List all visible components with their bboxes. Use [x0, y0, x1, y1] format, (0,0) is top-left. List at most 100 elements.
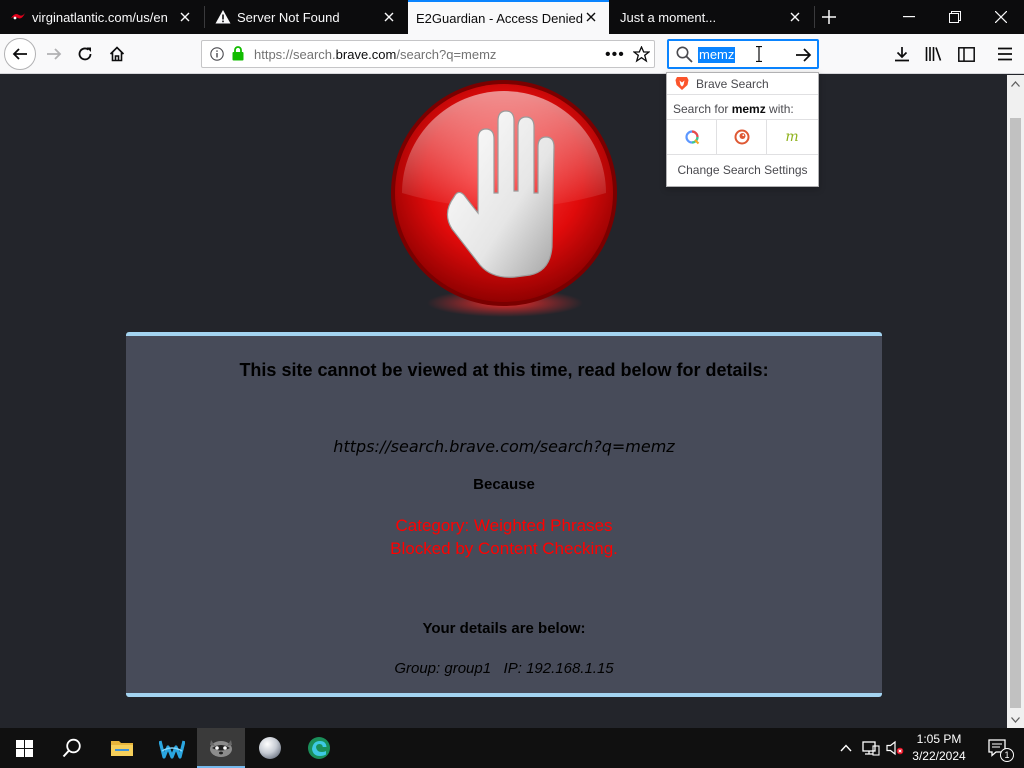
home-button[interactable] [101, 38, 133, 70]
tab-server-not-found[interactable]: Server Not Found [205, 0, 407, 34]
windows-taskbar: 1:05 PM 3/22/2024 1 [0, 728, 1024, 768]
lock-icon[interactable] [232, 46, 244, 66]
new-tab-button[interactable] [806, 0, 852, 34]
network-tray-button[interactable] [859, 728, 883, 768]
search-for-term: memz [731, 102, 766, 116]
url-domain: brave.com [335, 47, 397, 62]
downloads-button[interactable] [886, 38, 918, 70]
close-window-button[interactable] [978, 0, 1024, 34]
scrollbar-thumb[interactable] [1010, 118, 1021, 708]
forward-arrow-icon [47, 48, 62, 60]
file-explorer-button[interactable] [98, 728, 146, 768]
waterfox-button[interactable] [148, 728, 196, 768]
search-for-prefix: Search for [673, 102, 732, 116]
search-query-selected[interactable]: memz [698, 47, 736, 63]
search-icon [676, 46, 693, 68]
close-icon [995, 11, 1007, 23]
chevron-up-icon [840, 744, 852, 752]
alternate-engines-row: m [667, 119, 818, 155]
tab-just-a-moment[interactable]: Just a moment... [610, 0, 813, 34]
edge-browser-button[interactable] [295, 728, 343, 768]
duckduckgo-engine-button[interactable] [717, 120, 767, 154]
duckduckgo-icon [734, 129, 749, 145]
back-arrow-icon [12, 48, 27, 60]
page-content: This site cannot be viewed at this time,… [0, 75, 1007, 728]
forward-button[interactable] [38, 38, 70, 70]
page-title: This site cannot be viewed at this time,… [239, 360, 769, 380]
brave-lion-icon [675, 76, 689, 91]
plus-icon [822, 10, 836, 24]
raccoon-app-button[interactable] [197, 728, 245, 768]
url-prefix: https://search. [254, 47, 336, 62]
download-icon [895, 47, 909, 62]
bookmark-star-icon[interactable] [632, 45, 651, 68]
stop-hand-icon [391, 80, 617, 317]
search-for-label: Search for memz with: [667, 95, 818, 120]
tab-title: virginatlantic.com/us/en [32, 9, 168, 25]
raccoon-icon [210, 740, 232, 757]
start-button[interactable] [0, 728, 48, 768]
menu-button[interactable] [989, 38, 1021, 70]
home-icon [109, 46, 125, 62]
navigation-toolbar: https://search.brave.com/search?q=memz •… [0, 34, 1024, 74]
qwant-icon [684, 130, 699, 145]
metager-icon: m [785, 129, 799, 145]
access-denied-panel: This site cannot be viewed at this time,… [126, 332, 882, 697]
search-suggestions-popup: Brave Search Search for memz with: m Cha… [666, 72, 819, 187]
tab-virginatlantic[interactable]: virginatlantic.com/us/en [0, 0, 203, 34]
qwant-engine-button[interactable] [667, 120, 717, 154]
url-bar[interactable]: https://search.brave.com/search?q=memz •… [201, 40, 655, 68]
virgin-atlantic-icon [10, 9, 26, 25]
close-tab-icon[interactable] [583, 9, 599, 25]
system-clock[interactable]: 1:05 PM 3/22/2024 [902, 731, 976, 765]
hamburger-menu-icon [998, 47, 1012, 61]
restore-icon [949, 11, 961, 23]
edge-icon [308, 737, 330, 759]
metager-engine-button[interactable]: m [767, 120, 817, 154]
tab-strip: virginatlantic.com/us/en Server Not Foun… [0, 0, 1024, 34]
network-icon [862, 741, 880, 756]
action-center-button[interactable]: 1 [978, 728, 1018, 768]
minimize-button[interactable] [886, 0, 932, 34]
search-go-arrow-icon[interactable] [795, 47, 812, 68]
back-button[interactable] [4, 38, 36, 70]
search-taskbar-button[interactable] [48, 728, 96, 768]
notification-badge: 1 [1000, 748, 1014, 762]
change-search-settings-link[interactable]: Change Search Settings [667, 163, 818, 177]
sidebar-button[interactable] [950, 38, 982, 70]
scroll-down-arrow-icon[interactable] [1007, 711, 1024, 728]
clock-time: 1:05 PM [916, 732, 962, 746]
url-suffix: /search?q=memz [396, 47, 497, 62]
because-label: Because [473, 476, 535, 493]
default-search-engine[interactable]: Brave Search [667, 73, 818, 95]
tab-title: E2Guardian - Access Denied [416, 10, 583, 26]
close-tab-icon[interactable] [787, 9, 803, 25]
tab-title: Just a moment... [620, 9, 717, 25]
reload-button[interactable] [69, 38, 101, 70]
url-text[interactable]: https://search.brave.com/search?q=memz [254, 47, 496, 62]
show-hidden-icons-button[interactable] [835, 728, 857, 768]
scroll-up-arrow-icon[interactable] [1007, 75, 1024, 92]
sidebar-icon [957, 46, 975, 62]
warning-icon [215, 9, 231, 25]
text-cursor-icon [755, 45, 763, 67]
vertical-scrollbar[interactable] [1007, 75, 1024, 728]
info-icon[interactable] [210, 47, 224, 66]
reload-icon [78, 47, 92, 61]
tab-e2guardian[interactable]: E2Guardian - Access Denied [408, 0, 609, 34]
search-icon [62, 738, 81, 758]
clock-date: 3/22/2024 [912, 749, 966, 763]
close-tab-icon[interactable] [381, 9, 397, 25]
folder-icon [111, 741, 133, 756]
sphere-icon [259, 737, 281, 759]
minimize-icon [903, 16, 915, 18]
page-actions-icon[interactable]: ••• [605, 46, 625, 64]
library-button[interactable] [918, 38, 950, 70]
search-bar[interactable]: memz [667, 39, 819, 69]
close-tab-icon[interactable] [177, 9, 193, 25]
blocked-url: https://search.brave.com/search?q=memz [333, 437, 675, 456]
tab-title: Server Not Found [237, 9, 340, 25]
library-icon [925, 47, 942, 61]
restore-button[interactable] [932, 0, 978, 34]
app-sphere-button[interactable] [246, 728, 294, 768]
